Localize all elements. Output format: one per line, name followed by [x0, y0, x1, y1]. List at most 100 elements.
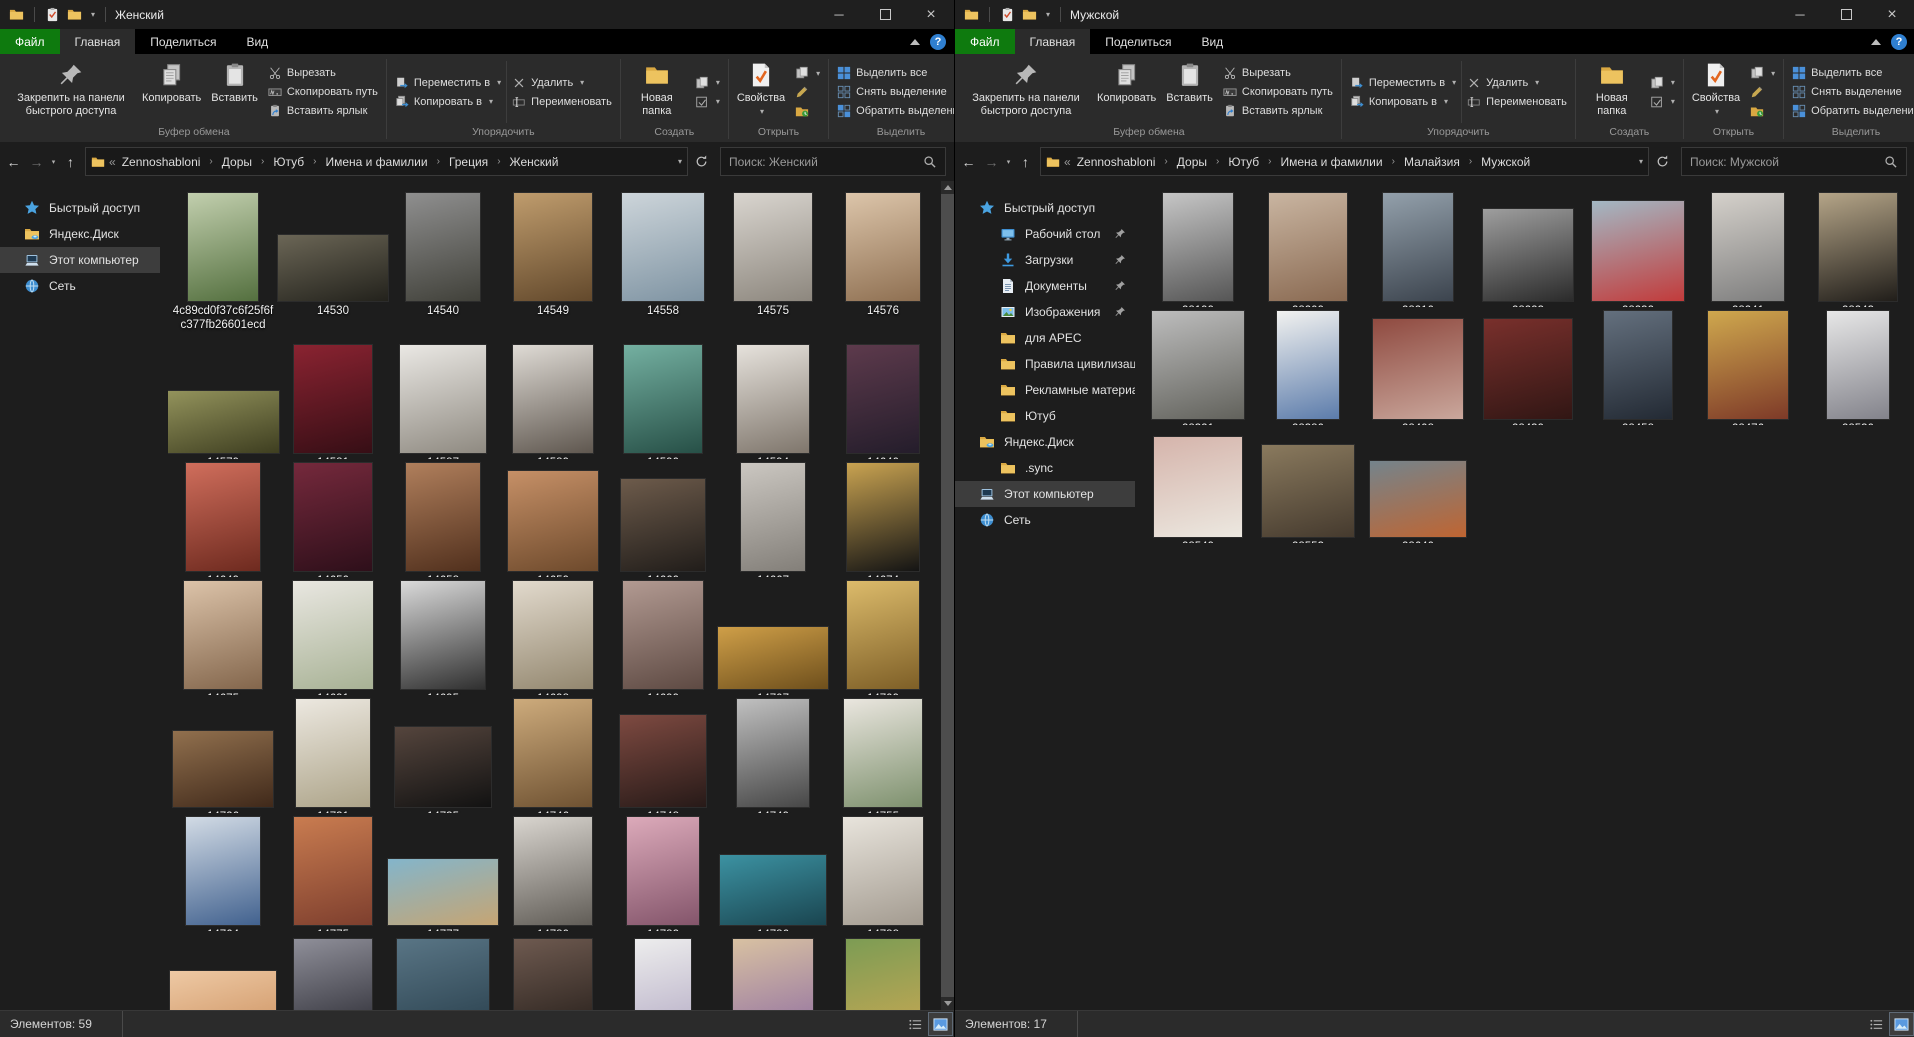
file-item[interactable]: 14695 [388, 577, 498, 695]
clipboard-check-icon[interactable] [1000, 7, 1015, 22]
history-button[interactable] [795, 104, 820, 118]
paste-shortcut-button[interactable]: Вставить ярлык [268, 104, 378, 118]
file-item[interactable]: 14549 [498, 189, 608, 341]
easy-access-button[interactable]: ▾ [695, 95, 720, 109]
file-item[interactable]: 14581 [278, 341, 388, 459]
file-item[interactable]: 14540 [388, 189, 498, 341]
file-item[interactable]: 14699 [608, 577, 718, 695]
sidebar-item-1[interactable]: Рабочий стол [955, 221, 1135, 247]
tab-1[interactable]: Поделиться [1090, 29, 1186, 54]
invert-selection-button[interactable]: Обратить выделение [837, 104, 954, 118]
sidebar-item-3[interactable]: Сеть [0, 273, 160, 299]
open-button[interactable]: ▾ [795, 66, 820, 80]
file-item[interactable]: 14775 [278, 813, 388, 931]
copy-path-button[interactable]: Скопировать путь [1223, 85, 1333, 99]
file-item[interactable]: 28530 [1803, 307, 1913, 425]
file-item[interactable]: 14780 [498, 813, 608, 931]
address-box[interactable]: «Zennoshabloni›Доры›Ютуб›Имена и фамилии… [85, 147, 688, 176]
file-item[interactable]: 14558 [608, 189, 718, 341]
delete-button[interactable]: Удалить▾ [512, 76, 612, 90]
sidebar-item-7[interactable]: Рекламные материал [955, 377, 1135, 403]
scroll-down-icon[interactable] [944, 1001, 952, 1006]
file-item[interactable]: 28439 [1473, 307, 1583, 425]
easy-access-button[interactable]: ▾ [1650, 95, 1675, 109]
file-item[interactable]: 28321 [1143, 307, 1253, 425]
move-to-button[interactable]: Переместить в▾ [395, 76, 501, 90]
file-item[interactable]: 14788 [828, 813, 938, 931]
cut-button[interactable]: Вырезать [1223, 66, 1333, 80]
maximize-button[interactable] [862, 0, 908, 29]
address-dropdown-chevron-icon[interactable]: ▾ [1639, 157, 1643, 166]
file-item[interactable]: 14640 [828, 341, 938, 459]
file-item[interactable]: 14675 [168, 577, 278, 695]
edit-button[interactable] [1750, 85, 1775, 99]
file-item[interactable]: 14575 [718, 189, 828, 341]
search-input[interactable]: Поиск: Женский [720, 147, 946, 176]
deselect-button[interactable]: Снять выделение [1792, 85, 1914, 99]
file-item[interactable]: 28640 [1363, 425, 1473, 543]
up-button[interactable]: ↑ [1014, 150, 1037, 174]
tab-0[interactable]: Главная [60, 29, 136, 54]
file-item[interactable] [168, 931, 278, 1010]
collapsed-path-icon[interactable]: « [1060, 155, 1075, 169]
breadcrumb-segment[interactable]: Греция [447, 155, 490, 169]
minimize-button[interactable]: ─ [816, 0, 862, 29]
copy-to-button[interactable]: Копировать в▾ [1350, 95, 1456, 109]
breadcrumb-segment[interactable]: Малайзия [1402, 155, 1462, 169]
file-item[interactable]: 28553 [1253, 425, 1363, 543]
file-item[interactable]: 14589 [498, 341, 608, 459]
breadcrumb-segment[interactable]: Ютуб [271, 155, 306, 169]
open-button[interactable]: ▾ [1750, 66, 1775, 80]
file-item[interactable]: 14764 [168, 813, 278, 931]
file-item[interactable]: 14649 [168, 459, 278, 577]
maximize-button[interactable] [1823, 0, 1869, 29]
file-item[interactable]: 28210 [1363, 189, 1473, 307]
sidebar-item-2[interactable]: Загрузки [955, 247, 1135, 273]
file-item[interactable]: 14594 [718, 341, 828, 459]
file-item[interactable]: 14658 [388, 459, 498, 577]
sidebar-item-2[interactable]: Этот компьютер [0, 247, 160, 273]
deselect-button[interactable]: Снять выделение [837, 85, 954, 99]
file-item[interactable]: 14746 [498, 695, 608, 813]
sidebar-item-5[interactable]: для APEC [955, 325, 1135, 351]
file-item[interactable]: 14777 [388, 813, 498, 931]
cut-button[interactable]: Вырезать [268, 66, 378, 80]
sidebar-item-3[interactable]: Документы [955, 273, 1135, 299]
thumbnails-view-button[interactable] [1890, 1013, 1913, 1035]
history-button[interactable] [1750, 104, 1775, 118]
file-item[interactable]: 28199 [1143, 189, 1253, 307]
breadcrumb-segment[interactable]: Ютуб [1226, 155, 1261, 169]
sidebar-item-6[interactable]: Правила цивилизаци [955, 351, 1135, 377]
file-item[interactable]: 14698 [498, 577, 608, 695]
edit-button[interactable] [795, 85, 820, 99]
breadcrumb-segment[interactable]: Имена и фамилии [323, 155, 429, 169]
clipboard-check-icon[interactable] [45, 7, 60, 22]
collapse-ribbon-icon[interactable] [910, 39, 920, 45]
file-item[interactable]: 28241 [1693, 189, 1803, 307]
file-item[interactable]: 14755 [828, 695, 938, 813]
paste-shortcut-button[interactable]: Вставить ярлык [1223, 104, 1333, 118]
properties-button[interactable]: Свойства▾ [1687, 58, 1745, 126]
close-button[interactable]: × [1869, 0, 1914, 29]
help-icon[interactable]: ? [930, 34, 946, 50]
qat-customize-chevron-icon[interactable]: ▾ [1046, 10, 1050, 19]
file-item[interactable] [388, 931, 498, 1010]
file-item[interactable]: 14749 [718, 695, 828, 813]
file-item[interactable]: 14650 [278, 459, 388, 577]
file-item[interactable]: 14660 [608, 459, 718, 577]
file-item[interactable]: 28476 [1693, 307, 1803, 425]
tab-0[interactable]: Главная [1015, 29, 1091, 54]
refresh-icon[interactable] [694, 154, 709, 169]
file-item[interactable]: 4c89cd0f37c6f25f6fc377fb26601ecd [168, 189, 278, 341]
sidebar-item-4[interactable]: Изображения [955, 299, 1135, 325]
breadcrumb-segment[interactable]: Zennoshabloni [120, 155, 203, 169]
sidebar-item-8[interactable]: Ютуб [955, 403, 1135, 429]
file-item[interactable]: 28549 [1143, 425, 1253, 543]
refresh-icon[interactable] [1655, 154, 1670, 169]
file-item[interactable]: 14786 [718, 813, 828, 931]
file-item[interactable]: 14748 [608, 695, 718, 813]
sidebar-item-1[interactable]: Яндекс.Диск [0, 221, 160, 247]
file-item[interactable]: 28380 [1253, 307, 1363, 425]
details-view-button[interactable] [904, 1013, 927, 1035]
new-item-button[interactable]: ▾ [1650, 76, 1675, 90]
